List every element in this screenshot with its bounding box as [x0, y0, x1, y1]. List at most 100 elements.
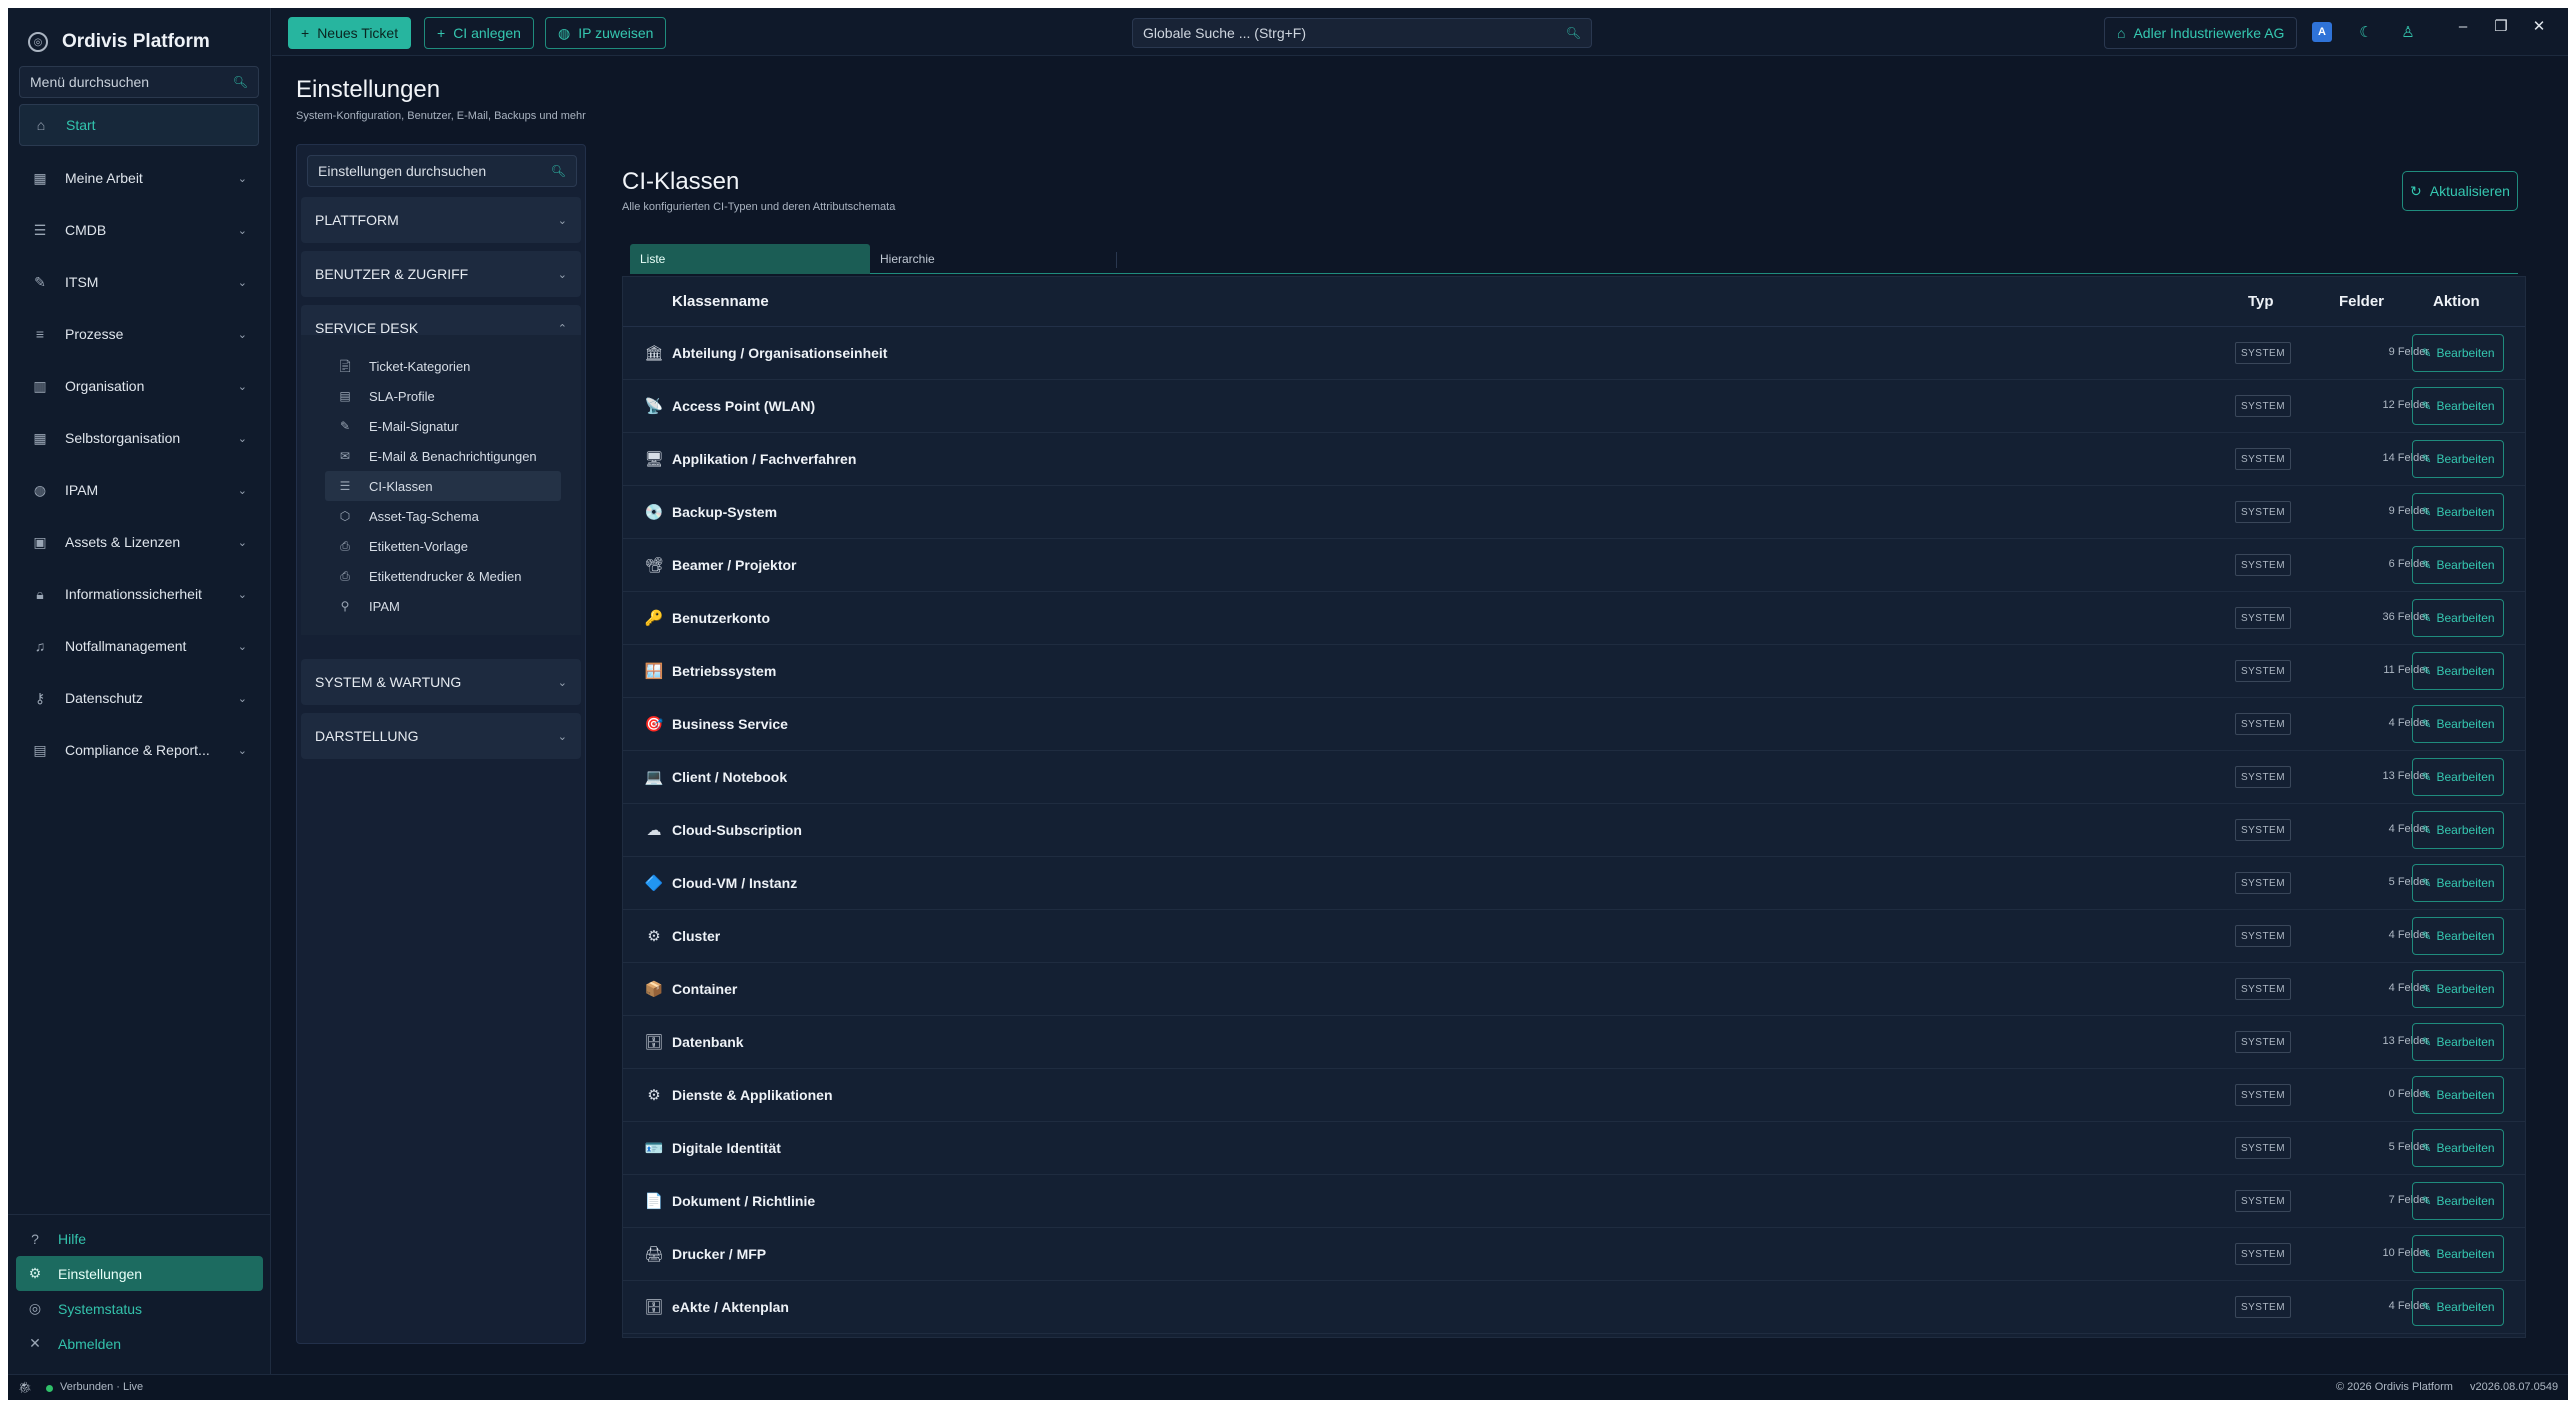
settings-item-label: SLA-Profile [369, 388, 435, 404]
settings-item-asset-tag-schema[interactable]: ⬡ Asset-Tag-Schema [325, 501, 561, 531]
edit-button[interactable]: ✎ Bearbeiten [2412, 493, 2504, 531]
pencil-icon: ✎ [2421, 982, 2432, 996]
building-icon: ▥ [33, 377, 47, 394]
sidebar-item-meine-arbeit[interactable]: ▦ Meine Arbeit ⌄ [19, 152, 259, 204]
new-ticket-button[interactable]: + Neues Ticket [288, 17, 412, 49]
bug-icon[interactable]: 🐞︎ [18, 1381, 32, 1394]
settings-item-ipam[interactable]: ⚲ IPAM [325, 591, 561, 621]
sidebar-item-label: Informationssicherheit [65, 586, 202, 602]
settings-item-ticket-kategorien[interactable]: 📄︎ Ticket-Kategorien [325, 351, 561, 381]
ci-class-name: Cluster [672, 928, 721, 944]
edit-button[interactable]: ✎ Bearbeiten [2412, 970, 2504, 1008]
settings-item-ci-klassen[interactable]: ☰ CI-Klassen [325, 471, 561, 501]
edit-button[interactable]: ✎ Bearbeiten [2412, 1023, 2504, 1061]
refresh-button[interactable]: ↻ Aktualisieren [2402, 171, 2518, 211]
section-system[interactable]: SYSTEM & WARTUNG ⌄ [301, 659, 581, 705]
user-icon[interactable]: ♙ [2398, 22, 2418, 42]
col-type[interactable]: Typ [2248, 293, 2274, 310]
tab-list[interactable]: Liste [630, 244, 870, 274]
settings-panel: Einstellungen durchsuchen 🔍︎ PLATTFORM ⌄… [296, 144, 586, 1344]
help-link[interactable]: ? Hilfe [16, 1221, 263, 1256]
org-selector[interactable]: ⌂ Adler Industriewerke AG [2104, 17, 2298, 49]
sidebar-item-label: Compliance & Report... [65, 742, 210, 758]
sidebar: ◎ Ordivis Platform Menü durchsuchen 🔍︎ ⌂… [8, 8, 271, 1374]
edit-button[interactable]: ✎ Bearbeiten [2412, 811, 2504, 849]
section-service-desk-label: SERVICE DESK [315, 320, 419, 336]
edit-button[interactable]: ✎ Bearbeiten [2412, 705, 2504, 743]
wrench-icon: ✎ [34, 273, 46, 290]
settings-item-e-mail-benachrichtigungen[interactable]: ✉ E-Mail & Benachrichtigungen [325, 441, 561, 471]
edit-button[interactable]: ✎ Bearbeiten [2412, 440, 2504, 478]
settings-item-icon: ☰ [339, 479, 351, 493]
connection-status: Verbunden · Live [60, 1381, 144, 1393]
edit-button[interactable]: ✎ Bearbeiten [2412, 1129, 2504, 1167]
ci-class-icon: ⚙ [647, 928, 661, 945]
pencil-icon: ✎ [2421, 452, 2432, 466]
logout-link[interactable]: ✕ Abmelden [16, 1326, 263, 1361]
chevron-down-icon: ⌄ [237, 172, 247, 185]
type-badge: SYSTEM [2235, 342, 2291, 364]
tab-hierarchy[interactable]: Hierarchie [870, 244, 1110, 274]
settings-link[interactable]: ⚙ Einstellungen [16, 1256, 263, 1291]
settings-item-etiketten-vorlage[interactable]: ⎙ Etiketten-Vorlage [325, 531, 561, 561]
edit-button[interactable]: ✎ Bearbeiten [2412, 334, 2504, 372]
settings-search-input[interactable]: Einstellungen durchsuchen 🔍︎ [307, 155, 577, 187]
section-display[interactable]: DARSTELLUNG ⌄ [301, 713, 581, 759]
user-badge-icon[interactable]: A [2312, 22, 2332, 42]
sidebar-item-cmdb[interactable]: ☰ CMDB ⌄ [19, 204, 259, 256]
moon-icon[interactable]: ☾ [2356, 22, 2376, 42]
section-system-label: SYSTEM & WARTUNG [315, 674, 462, 690]
edit-button[interactable]: ✎ Bearbeiten [2412, 864, 2504, 902]
ci-class-name: Applikation / Fachverfahren [672, 451, 857, 467]
ip-assign-button[interactable]: ◍ IP zuweisen [545, 17, 667, 49]
edit-label: Bearbeiten [2436, 929, 2495, 943]
sidebar-item-compliance-report[interactable]: ▤ Compliance & Report... ⌄ [19, 724, 259, 776]
settings-label: Einstellungen [58, 1265, 143, 1282]
sidebar-item-selbstorganisation[interactable]: ▦ Selbstorganisation ⌄ [19, 412, 259, 464]
edit-label: Bearbeiten [2436, 770, 2495, 784]
edit-button[interactable]: ✎ Bearbeiten [2412, 758, 2504, 796]
settings-item-e-mail-signatur[interactable]: ✎ E-Mail-Signatur [325, 411, 561, 441]
col-fields[interactable]: Felder [2339, 293, 2384, 310]
sidebar-item-notfallmanagement[interactable]: ♫ Notfallmanagement ⌄ [19, 620, 259, 672]
view-tabs: Liste Hierarchie [630, 244, 2518, 274]
edit-label: Bearbeiten [2436, 1194, 2495, 1208]
ci-create-button[interactable]: + CI anlegen [424, 17, 534, 49]
menu-search-input[interactable]: Menü durchsuchen 🔍︎ [19, 66, 259, 98]
edit-button[interactable]: ✎ Bearbeiten [2412, 652, 2504, 690]
section-platform[interactable]: PLATTFORM ⌄ [301, 197, 581, 243]
settings-item-sla-profile[interactable]: ▤ SLA-Profile [325, 381, 561, 411]
edit-button[interactable]: ✎ Bearbeiten [2412, 1076, 2504, 1114]
sidebar-item-datenschutz[interactable]: ⚷ Datenschutz ⌄ [19, 672, 259, 724]
col-name[interactable]: Klassenname [672, 293, 769, 310]
sidebar-item-itsm[interactable]: ✎ ITSM ⌄ [19, 256, 259, 308]
section-users[interactable]: BENUTZER & ZUGRIFF ⌄ [301, 251, 581, 297]
sidebar-item-organisation[interactable]: ▥ Organisation ⌄ [19, 360, 259, 412]
edit-button[interactable]: ✎ Bearbeiten [2412, 1288, 2504, 1326]
sidebar-item-ipam[interactable]: ◍ IPAM ⌄ [19, 464, 259, 516]
edit-button[interactable]: ✎ Bearbeiten [2412, 1235, 2504, 1273]
settings-item-etikettendrucker-medien[interactable]: ⎙ Etikettendrucker & Medien [325, 561, 561, 591]
edit-button[interactable]: ✎ Bearbeiten [2412, 546, 2504, 584]
sidebar-item-informationssicherheit[interactable]: 🔒︎ Informationssicherheit ⌄ [19, 568, 259, 620]
edit-button[interactable]: ✎ Bearbeiten [2412, 1182, 2504, 1220]
sidebar-item-prozesse[interactable]: ≡ Prozesse ⌄ [19, 308, 259, 360]
type-badge: SYSTEM [2235, 978, 2291, 1000]
edit-button[interactable]: ✎ Bearbeiten [2412, 917, 2504, 955]
settings-item-icon: ▤ [339, 389, 351, 403]
nav-start[interactable]: ⌂ Start [19, 104, 259, 146]
edit-button[interactable]: ✎ Bearbeiten [2412, 387, 2504, 425]
edit-button[interactable]: ✎ Bearbeiten [2412, 599, 2504, 637]
global-search-input[interactable]: Globale Suche ... (Strg+F) 🔍︎ [1132, 18, 1592, 48]
type-badge: SYSTEM [2235, 395, 2291, 417]
brand[interactable]: ◎ Ordivis Platform [28, 22, 210, 62]
maximize-icon[interactable]: ❐ [2486, 14, 2516, 38]
type-badge: SYSTEM [2235, 448, 2291, 470]
type-badge: SYSTEM [2235, 1031, 2291, 1053]
sidebar-item-assets-lizenzen[interactable]: ▣ Assets & Lizenzen ⌄ [19, 516, 259, 568]
minimize-icon[interactable]: – [2448, 14, 2478, 38]
sidebar-item-label: Organisation [65, 378, 145, 394]
close-window-icon[interactable]: ✕ [2524, 14, 2554, 38]
system-status-link[interactable]: ◎ Systemstatus [16, 1291, 263, 1326]
bell-icon: ♫ [34, 638, 46, 654]
